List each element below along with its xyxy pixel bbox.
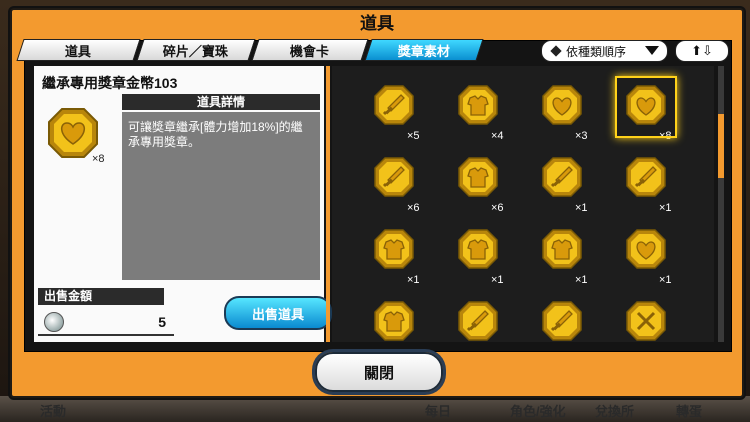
tab-chance-cards[interactable]: 機會卡 <box>251 39 369 61</box>
item-count: ×1 <box>491 274 504 286</box>
item-count: ×1 <box>659 274 672 286</box>
armor-medal-icon <box>373 228 415 275</box>
item-cell[interactable]: ×4 <box>443 76 515 148</box>
item-count: ×1 <box>575 274 588 286</box>
armor-medal-icon <box>541 228 583 275</box>
item-count: ×1 <box>659 202 672 214</box>
nav-exchange[interactable]: 兌換所 <box>595 401 634 420</box>
item-cell[interactable]: ×5 <box>359 76 431 148</box>
item-count: ×3 <box>575 130 588 142</box>
heart-medal-icon <box>48 108 98 158</box>
item-description: 可讓獎章繼承[體力增加18%]的繼承專用獎章。 <box>122 112 320 280</box>
item-cell[interactable]: ×1 <box>443 220 515 292</box>
selection-highlight <box>615 76 677 138</box>
sword-medal-icon <box>457 300 499 342</box>
nav-gacha[interactable]: 轉蛋 <box>676 401 702 420</box>
scrollbar-thumb[interactable] <box>718 114 724 178</box>
sale-price-value: 5 <box>158 314 166 330</box>
item-count: ×5 <box>407 130 420 142</box>
chevron-down-icon <box>645 46 659 55</box>
armor-medal-icon <box>457 84 499 131</box>
item-cell[interactable]: ×3 <box>527 76 599 148</box>
panel-divider <box>326 66 330 342</box>
item-grid: ×5 ×4 ×3 ×8 ×6 ×6 ×1 ×1 ×1 ×1 ×1 ×1 <box>332 66 714 342</box>
item-count: ×6 <box>491 202 504 214</box>
item-cell[interactable] <box>443 292 515 342</box>
sort-label: 依種類順序 <box>566 44 627 59</box>
nav-daily[interactable]: 每日 <box>425 401 451 420</box>
diamond-icon <box>550 45 562 57</box>
silver-coin-icon <box>44 312 64 332</box>
sword-medal-icon <box>625 156 667 203</box>
nav-events[interactable]: 活動 <box>40 401 66 420</box>
item-detail-panel: 繼承專用獎章金幣103 ×8 道具詳情 可讓獎章繼承[體力增加18%]的繼承專用… <box>34 66 332 342</box>
item-count: ×8 <box>92 153 105 165</box>
nav-character[interactable]: 角色/強化 <box>510 401 566 420</box>
item-count: ×6 <box>407 202 420 214</box>
dialog-title: 道具 <box>360 14 394 33</box>
sale-price-label: 出售金額 <box>38 288 164 305</box>
tab-medal-materials[interactable]: 獎章素材 <box>364 39 484 61</box>
item-cell[interactable] <box>359 292 431 342</box>
item-name: 繼承專用獎章金幣103 <box>42 75 178 91</box>
item-count: ×4 <box>491 130 504 142</box>
heart-medal-icon <box>625 228 667 275</box>
category-tabs: 道具 碎片／寶珠 機會卡 獎章素材 <box>16 39 484 61</box>
sword-medal-icon <box>373 156 415 203</box>
item-cell[interactable]: ×1 <box>527 148 599 220</box>
sword-medal-icon <box>541 300 583 342</box>
sword-medal-icon <box>373 84 415 131</box>
item-cell[interactable]: ×1 <box>359 220 431 292</box>
item-cell[interactable]: ×1 <box>527 220 599 292</box>
item-cell[interactable]: ×8 <box>611 76 683 148</box>
armor-medal-icon <box>457 156 499 203</box>
sale-price-row: 5 <box>38 310 174 336</box>
item-cell[interactable]: ×6 <box>443 148 515 220</box>
item-count: ×1 <box>575 202 588 214</box>
detail-header: 道具詳情 <box>122 94 320 110</box>
item-cell[interactable]: ×1 <box>611 220 683 292</box>
armor-medal-icon <box>373 300 415 342</box>
item-cell[interactable]: ×1 <box>611 148 683 220</box>
armor-medal-icon <box>457 228 499 275</box>
grid-scrollbar[interactable] <box>718 66 724 342</box>
item-cell[interactable] <box>527 292 599 342</box>
crossed-swords-medal-icon <box>625 300 667 342</box>
item-count: ×1 <box>407 274 420 286</box>
sell-item-button[interactable]: 出售道具 <box>224 296 332 330</box>
bottom-nav-bar: 活動 每日 角色/強化 兌換所 轉蛋 <box>0 396 750 422</box>
item-cell[interactable] <box>611 292 683 342</box>
item-cell[interactable]: ×6 <box>359 148 431 220</box>
close-button[interactable]: 關閉 <box>315 352 443 392</box>
heart-medal-icon <box>541 84 583 131</box>
sort-order-toggle[interactable]: ⬆⇩ <box>675 40 729 62</box>
sort-dropdown[interactable]: 依種類順序 <box>541 40 668 62</box>
tab-items[interactable]: 道具 <box>16 39 141 61</box>
tab-shards-orbs[interactable]: 碎片／寶珠 <box>136 39 256 61</box>
sword-medal-icon <box>541 156 583 203</box>
